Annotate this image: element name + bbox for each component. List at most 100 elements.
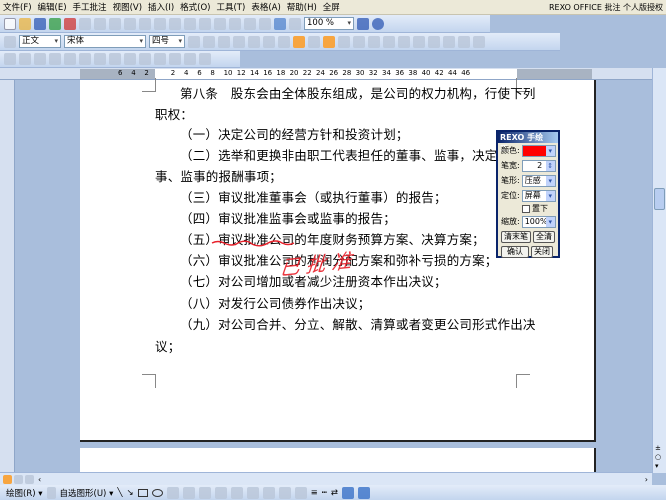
- font-color-icon[interactable]: [413, 35, 425, 48]
- layout-view-icon[interactable]: [14, 474, 23, 484]
- normal-view-icon[interactable]: [3, 474, 12, 484]
- shadow-icon[interactable]: [341, 486, 354, 499]
- undo-icon[interactable]: [184, 17, 196, 30]
- save-icon[interactable]: [34, 17, 46, 30]
- label-icon[interactable]: [169, 53, 181, 65]
- vertical-textbox-icon[interactable]: [182, 486, 195, 499]
- superscript-icon[interactable]: [458, 35, 470, 48]
- help-icon[interactable]: [372, 17, 384, 30]
- numbering-icon[interactable]: [338, 35, 350, 48]
- picture-icon[interactable]: [246, 486, 259, 499]
- width-stepper[interactable]: 2 ⇕: [521, 159, 556, 172]
- horizontal-ruler[interactable]: 6 4 2 2 4 6 8 10 12 14 16 18 20 22 24 26 28 30 32 34 36 38 40 4…: [0, 68, 666, 80]
- char-scale-icon[interactable]: [233, 35, 245, 48]
- arrow-style-icon[interactable]: ⇄: [331, 488, 338, 498]
- next-page[interactable]: [80, 448, 596, 474]
- cut-icon[interactable]: [124, 17, 136, 30]
- select-objects-icon[interactable]: [46, 486, 56, 499]
- columns-icon[interactable]: [244, 17, 256, 30]
- menu-view[interactable]: 视图(V): [110, 1, 145, 13]
- clear-all-button[interactable]: 全清: [533, 230, 555, 243]
- clear-last-button[interactable]: 清末笔: [501, 230, 531, 243]
- scroll-left-icon[interactable]: ‹: [38, 475, 41, 484]
- line-spacing-icon[interactable]: [323, 35, 335, 48]
- spell-icon[interactable]: [109, 17, 121, 30]
- font-select[interactable]: 宋体: [64, 35, 146, 48]
- ok-button[interactable]: 确认: [501, 245, 529, 258]
- italic-icon[interactable]: [203, 35, 215, 48]
- bold-icon[interactable]: [188, 35, 200, 48]
- format-painter-icon[interactable]: [169, 17, 181, 30]
- list-icon[interactable]: [109, 53, 121, 65]
- close-button[interactable]: 关闭: [531, 245, 553, 258]
- outline-view-icon[interactable]: [25, 474, 34, 484]
- line-color-icon[interactable]: [278, 486, 291, 499]
- color-select[interactable]: ▾: [521, 144, 556, 157]
- ellipse-icon[interactable]: [151, 488, 163, 497]
- textbox-draw-icon[interactable]: [166, 486, 179, 499]
- vertical-ruler[interactable]: [0, 80, 15, 473]
- spin-icon[interactable]: [154, 53, 166, 65]
- redo-icon[interactable]: [199, 17, 211, 30]
- copy-icon[interactable]: [139, 17, 151, 30]
- image-field-icon[interactable]: [64, 53, 76, 65]
- textbox-icon[interactable]: [79, 53, 91, 65]
- panel-zoom-select[interactable]: 100% ▾: [521, 215, 556, 228]
- below-checkbox[interactable]: [522, 204, 530, 213]
- export-icon[interactable]: [49, 17, 61, 30]
- highlight-icon[interactable]: [398, 35, 410, 48]
- chart-icon[interactable]: [259, 17, 271, 30]
- new-icon[interactable]: [4, 17, 16, 30]
- diagram-icon[interactable]: [214, 486, 227, 499]
- page-nav-icon[interactable]: ± ○ ▾: [655, 444, 661, 471]
- shape-select[interactable]: 压感 ▾: [521, 174, 556, 187]
- form-field-icon[interactable]: [19, 53, 31, 65]
- style-select[interactable]: 正文: [19, 35, 61, 48]
- zoom-select[interactable]: 100 %: [304, 17, 354, 30]
- form-shade-icon[interactable]: [34, 53, 46, 65]
- subscript-icon[interactable]: [473, 35, 485, 48]
- print-icon[interactable]: [79, 17, 91, 30]
- fill-color-icon[interactable]: [262, 486, 275, 499]
- find-icon[interactable]: [357, 17, 369, 30]
- drawing-icon[interactable]: [274, 17, 286, 30]
- frame-icon[interactable]: [184, 53, 196, 65]
- checkbox-icon[interactable]: [49, 53, 61, 65]
- justify-icon[interactable]: [293, 35, 305, 48]
- wordart-icon[interactable]: [198, 486, 211, 499]
- menu-tools[interactable]: 工具(T): [213, 1, 248, 13]
- scroll-right-icon[interactable]: ›: [645, 475, 648, 484]
- scroll-thumb[interactable]: [654, 188, 665, 210]
- align-right-icon[interactable]: [278, 35, 290, 48]
- line-icon[interactable]: ╲: [117, 488, 122, 498]
- paste-icon[interactable]: [154, 17, 166, 30]
- pdf-icon[interactable]: [64, 17, 76, 30]
- clipart-icon[interactable]: [230, 486, 243, 499]
- combo-icon[interactable]: [124, 53, 136, 65]
- distribute-icon[interactable]: [308, 35, 320, 48]
- autoshape-menu[interactable]: 自选图形(U) ▾: [60, 487, 114, 499]
- line-style-icon[interactable]: ≡: [311, 488, 318, 498]
- menu-format[interactable]: 格式(O): [177, 1, 213, 13]
- bullets-icon[interactable]: [353, 35, 365, 48]
- formula-icon[interactable]: [229, 17, 241, 30]
- align-left-icon[interactable]: [248, 35, 260, 48]
- tools-icon[interactable]: [199, 53, 211, 65]
- vertical-scrollbar[interactable]: ± ○ ▾: [652, 68, 666, 473]
- underline-icon[interactable]: [218, 35, 230, 48]
- menu-file[interactable]: 文件(F): [0, 1, 35, 13]
- align-center-icon[interactable]: [263, 35, 275, 48]
- open-icon[interactable]: [19, 17, 31, 30]
- shrink-font-icon[interactable]: [443, 35, 455, 48]
- menu-fullscreen[interactable]: 全屏: [320, 1, 343, 13]
- menu-insert[interactable]: 插入(I): [145, 1, 177, 13]
- menu-edit[interactable]: 编辑(E): [35, 1, 70, 13]
- dash-style-icon[interactable]: ┅: [322, 488, 327, 498]
- styles-icon[interactable]: [4, 35, 16, 48]
- 3d-icon[interactable]: [357, 486, 370, 499]
- draw-menu[interactable]: 绘图(R) ▾: [6, 487, 43, 499]
- increase-indent-icon[interactable]: [383, 35, 395, 48]
- table-icon[interactable]: [214, 17, 226, 30]
- size-select[interactable]: 四号: [149, 35, 185, 48]
- menu-annotate[interactable]: 手工批注: [70, 1, 110, 13]
